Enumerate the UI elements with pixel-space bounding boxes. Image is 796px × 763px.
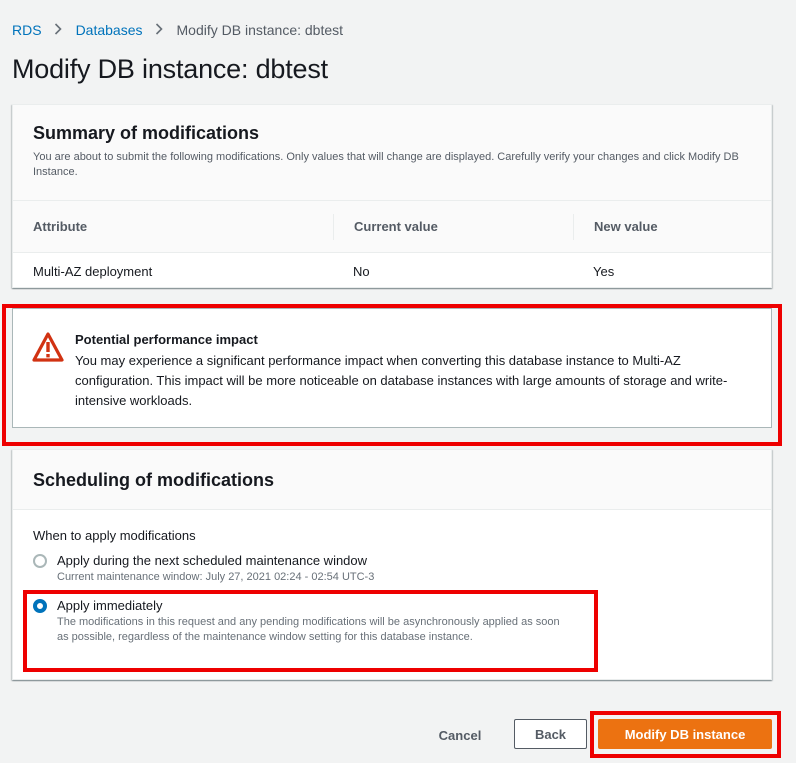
option-description: Current maintenance window: July 27, 202… <box>57 571 375 583</box>
summary-header: Summary of modifications You are about t… <box>13 105 771 201</box>
summary-description: You are about to submit the following mo… <box>33 151 739 178</box>
page-title: Modify DB instance: dbtest <box>12 54 328 84</box>
performance-warning-alert: Potential performance impact You may exp… <box>12 308 772 428</box>
table-header: Attribute Current value New value <box>13 201 771 253</box>
scheduling-title: Scheduling of modifications <box>33 470 275 490</box>
alert-body: You may experience a significant perform… <box>75 353 728 408</box>
warning-icon <box>31 331 65 363</box>
breadcrumb-databases[interactable]: Databases <box>76 22 143 38</box>
summary-panel: Summary of modifications You are about t… <box>12 104 772 288</box>
radio-apply-immediately[interactable] <box>33 599 47 613</box>
chevron-right-icon <box>155 22 163 38</box>
cell-new-value: Yes <box>593 263 615 279</box>
summary-title: Summary of modifications <box>33 123 260 143</box>
option-label: Apply during the next scheduled maintena… <box>57 553 368 568</box>
when-to-apply-label: When to apply modifications <box>33 528 196 543</box>
breadcrumb: RDS Databases Modify DB instance: dbtest <box>12 20 343 40</box>
column-header-new-value: New value <box>573 213 771 240</box>
radio-maintenance-window[interactable] <box>33 554 47 568</box>
column-header-current-value: Current value <box>333 213 573 240</box>
cell-current-value: No <box>353 263 370 279</box>
column-header-attribute: Attribute <box>33 219 88 234</box>
option-description: The modifications in this request and an… <box>57 616 560 643</box>
option-label: Apply immediately <box>57 598 163 613</box>
option-maintenance-window[interactable]: Apply during the next scheduled maintena… <box>33 552 374 585</box>
table-row: Multi-AZ deployment No Yes <box>13 253 771 289</box>
modify-db-instance-button[interactable]: Modify DB instance <box>598 719 772 749</box>
alert-title: Potential performance impact <box>75 332 258 347</box>
chevron-right-icon <box>54 22 62 38</box>
cancel-button[interactable]: Cancel <box>426 720 494 750</box>
cell-attribute: Multi-AZ deployment <box>33 263 153 279</box>
back-button[interactable]: Back <box>514 719 587 749</box>
option-apply-immediately[interactable]: Apply immediately The modifications in t… <box>33 597 573 645</box>
scheduling-panel: Scheduling of modifications When to appl… <box>12 449 772 680</box>
breadcrumb-current: Modify DB instance: dbtest <box>176 22 344 38</box>
scheduling-header: Scheduling of modifications <box>13 450 771 510</box>
breadcrumb-rds[interactable]: RDS <box>12 22 42 38</box>
